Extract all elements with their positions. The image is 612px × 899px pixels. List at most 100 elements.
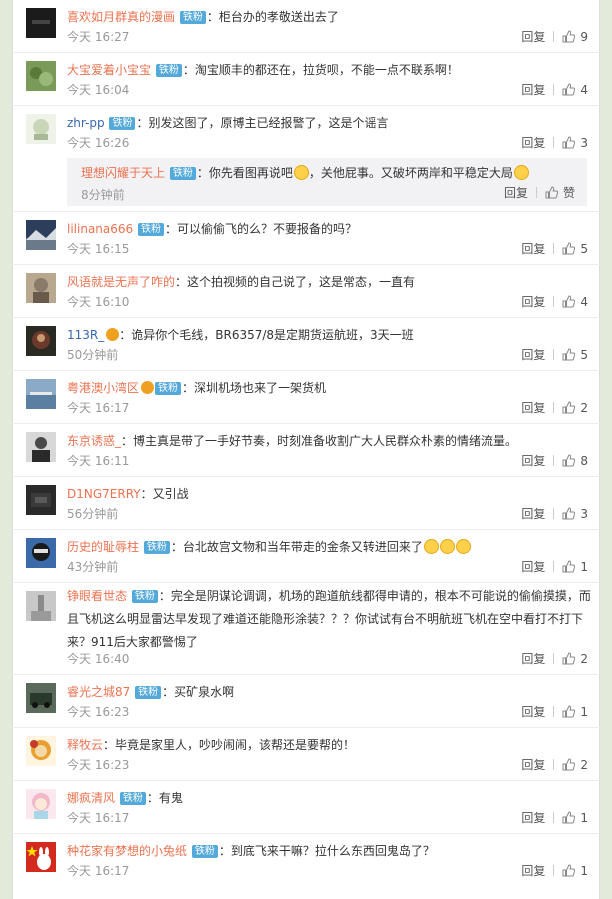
thumbs-up-icon[interactable] (562, 652, 576, 665)
reply-button[interactable]: 回复 (521, 241, 545, 257)
avatar[interactable] (26, 591, 56, 621)
username-link[interactable]: 种花家有梦想的小兔纸 (67, 844, 187, 858)
thumbs-up-icon[interactable] (562, 454, 576, 467)
username-link[interactable]: D1NG7ERRY (67, 487, 141, 501)
reply-button[interactable]: 回复 (521, 294, 545, 310)
fan-badge[interactable]: 铁粉 (179, 11, 206, 24)
thumbs-up-icon[interactable] (562, 242, 576, 255)
avatar[interactable] (26, 61, 56, 91)
thumbs-up-icon[interactable] (562, 30, 576, 43)
fan-badge[interactable]: 铁粉 (138, 223, 164, 236)
reply-button[interactable]: 回复 (521, 453, 545, 469)
reply-button[interactable]: 回复 (521, 400, 545, 416)
avatar[interactable] (26, 683, 56, 713)
username-link[interactable]: 东京诱惑_ (67, 434, 121, 448)
divider (553, 508, 555, 519)
fan-badge[interactable]: 铁粉 (135, 686, 162, 699)
reply-button[interactable]: 回复 (521, 347, 545, 363)
thumbs-up-icon[interactable] (562, 401, 576, 414)
comment-actions: 回复 1 (521, 810, 588, 826)
reply-button[interactable]: 回复 (521, 704, 545, 720)
username-link[interactable]: 113R_ (67, 328, 104, 342)
username-link[interactable]: 喜欢如月群真的漫画 (67, 10, 175, 24)
reply-button[interactable]: 回复 (521, 82, 545, 98)
username-link[interactable]: 娜疯清风 (67, 791, 115, 805)
thumbs-up-icon[interactable] (562, 507, 576, 520)
comment-text: ：淘宝顺丰的都还在，拉货呗，不能一点不联系啊！ (182, 63, 459, 77)
divider (553, 31, 555, 42)
username-link[interactable]: lilinana666 (67, 222, 133, 236)
avatar[interactable] (26, 114, 56, 144)
reply-button[interactable]: 回复 (521, 651, 545, 667)
reply-button[interactable]: 回复 (521, 863, 545, 879)
vip-icon[interactable] (106, 328, 120, 341)
comment-time: 今天 16:10 (67, 295, 130, 309)
vip-icon[interactable] (141, 381, 155, 394)
reply-button[interactable]: 回复 (504, 185, 528, 201)
thumbs-up-icon[interactable] (562, 811, 576, 824)
comment-actions: 回复 3 (521, 506, 588, 522)
divider (553, 137, 555, 148)
username-link[interactable]: 睿光之城87 (67, 685, 130, 699)
username-link[interactable]: 释牧云 (67, 738, 103, 752)
like-count: 9 (580, 30, 588, 44)
avatar[interactable] (26, 789, 56, 819)
avatar[interactable] (26, 8, 56, 38)
username-link[interactable]: 粤港澳小湾区 (67, 381, 139, 395)
avatar[interactable] (26, 326, 56, 356)
comment-item: 铮眼看世态 铁粉 ：完全是阴谋论调调，机场的跑道航线都得申请的，根本不可能说的偷偷… (12, 583, 600, 675)
reply-button[interactable]: 回复 (521, 559, 545, 575)
thumbs-up-icon[interactable] (562, 864, 576, 877)
avatar[interactable] (26, 432, 56, 462)
thumbs-up-icon[interactable] (562, 758, 576, 771)
thumbs-up-icon[interactable] (562, 705, 576, 718)
fan-badge[interactable]: 铁粉 (155, 64, 182, 77)
fan-badge[interactable]: 铁粉 (191, 845, 218, 858)
avatar[interactable] (26, 485, 56, 515)
comment-time: 今天 16:17 (67, 811, 130, 825)
reply-button[interactable]: 回复 (521, 757, 545, 773)
reply-button[interactable]: 回复 (521, 810, 545, 826)
fan-badge[interactable]: 铁粉 (131, 590, 158, 603)
fan-badge[interactable]: 铁粉 (143, 541, 170, 554)
username-link[interactable]: 铮眼看世态 (67, 589, 127, 603)
like-count: 5 (580, 348, 588, 362)
fan-badge[interactable]: 铁粉 (169, 167, 196, 180)
comment-time: 56分钟前 (67, 507, 119, 521)
username-link[interactable]: 大宝爱着小宝宝 (67, 63, 151, 77)
avatar[interactable] (26, 273, 56, 303)
comment-text: ：有鬼 (146, 791, 183, 805)
laughing-tears-emoji-icon (423, 539, 439, 554)
comment-time: 今天 16:27 (67, 30, 130, 44)
avatar[interactable] (26, 379, 56, 409)
fan-badge[interactable]: 铁粉 (155, 382, 182, 395)
thumbs-up-icon[interactable] (545, 186, 558, 199)
reply-button[interactable]: 回复 (521, 506, 545, 522)
avatar[interactable] (26, 538, 56, 568)
username-link[interactable]: 历史的耻辱柱 (67, 540, 139, 554)
comment-time: 50分钟前 (67, 348, 119, 362)
like-count: 4 (580, 83, 588, 97)
comment-actions: 回复 5 (521, 347, 588, 363)
comment-text: ：可以偷偷飞的么？不要报备的吗？ (165, 222, 358, 236)
username-link[interactable]: 理想闪耀于天上 (81, 166, 165, 180)
like-count: 2 (580, 652, 588, 666)
divider (553, 243, 555, 254)
reply-button[interactable]: 回复 (521, 135, 545, 151)
like-count: 2 (580, 758, 588, 772)
thumbs-up-icon[interactable] (562, 83, 576, 96)
comment-time: 今天 16:26 (67, 136, 130, 150)
avatar[interactable] (26, 842, 56, 872)
fan-badge[interactable]: 铁粉 (109, 117, 136, 130)
reply-button[interactable]: 回复 (521, 29, 545, 45)
avatar[interactable] (26, 220, 56, 250)
fan-badge[interactable]: 铁粉 (119, 792, 146, 805)
thumbs-up-icon[interactable] (562, 348, 576, 361)
like-button-label[interactable]: 赞 (563, 186, 575, 200)
username-link[interactable]: zhr-pp (67, 116, 105, 130)
username-link[interactable]: 风语就是无声了咋的 (67, 275, 175, 289)
avatar[interactable] (26, 736, 56, 766)
thumbs-up-icon[interactable] (562, 136, 576, 149)
thumbs-up-icon[interactable] (562, 560, 576, 573)
thumbs-up-icon[interactable] (562, 295, 576, 308)
